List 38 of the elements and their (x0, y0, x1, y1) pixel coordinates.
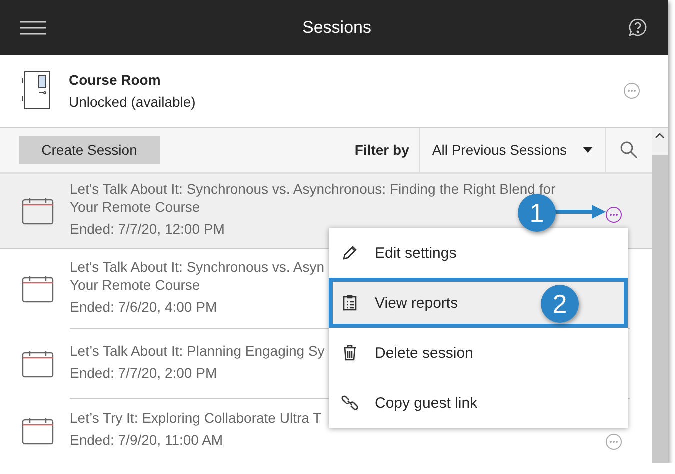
scrollbar-thumb[interactable] (652, 155, 668, 463)
filter-label: Filter by (354, 142, 410, 158)
calendar-icon (22, 274, 54, 304)
session-title: Let’s Try It: Exploring Collaborate Ultra T (70, 410, 322, 426)
session-title: Your Remote Course (70, 198, 200, 215)
session-end-time: Ended: 7/9/20, 11:00 AM (70, 432, 224, 448)
menu-item[interactable]: Copy guest link (329, 378, 628, 428)
ellipsis-icon (609, 213, 619, 217)
menu-icon[interactable] (20, 20, 46, 34)
scroll-up-icon[interactable] (655, 133, 665, 139)
link-icon (341, 394, 359, 412)
session-end-time: Ended: 7/7/20, 12:00 PM (70, 220, 225, 237)
create-session-button[interactable]: Create Session (19, 136, 160, 164)
caret-icon (583, 147, 593, 153)
calendar-icon (22, 416, 54, 446)
session-end-time: Ended: 7/6/20, 4:00 PM (70, 298, 218, 315)
session-title: Let's Talk About It: Synchronous vs. Asyn (70, 258, 325, 275)
help-icon[interactable] (628, 18, 648, 38)
pencil-icon (341, 244, 359, 262)
search-icon (620, 141, 638, 159)
door-icon (22, 71, 52, 111)
session-end-time: Ended: 7/7/20, 2:00 PM (70, 364, 218, 381)
ellipsis-icon (627, 89, 637, 93)
page-title: Sessions (302, 18, 372, 38)
calendar-icon (22, 196, 54, 226)
room-status: Unlocked (available) (69, 94, 197, 110)
session-title: Let's Talk About It: Synchronous vs. Asynchronous: Finding the Right Blend for (70, 180, 556, 197)
trash-icon (341, 344, 359, 362)
room-name: Course Room (69, 72, 162, 88)
filter-dropdown[interactable]: All Previous Sessions (419, 128, 606, 172)
clipboard-icon (341, 294, 359, 312)
more-options-button[interactable] (606, 207, 622, 223)
menu-item[interactable]: Edit settings (329, 228, 628, 278)
session-title: Let’s Talk About It: Planning Engaging Sy (70, 342, 325, 359)
ellipsis-icon (609, 440, 619, 444)
session-title: Your Remote Course (70, 276, 200, 293)
menu-item[interactable]: Delete session (329, 328, 628, 378)
calendar-icon (22, 349, 54, 380)
